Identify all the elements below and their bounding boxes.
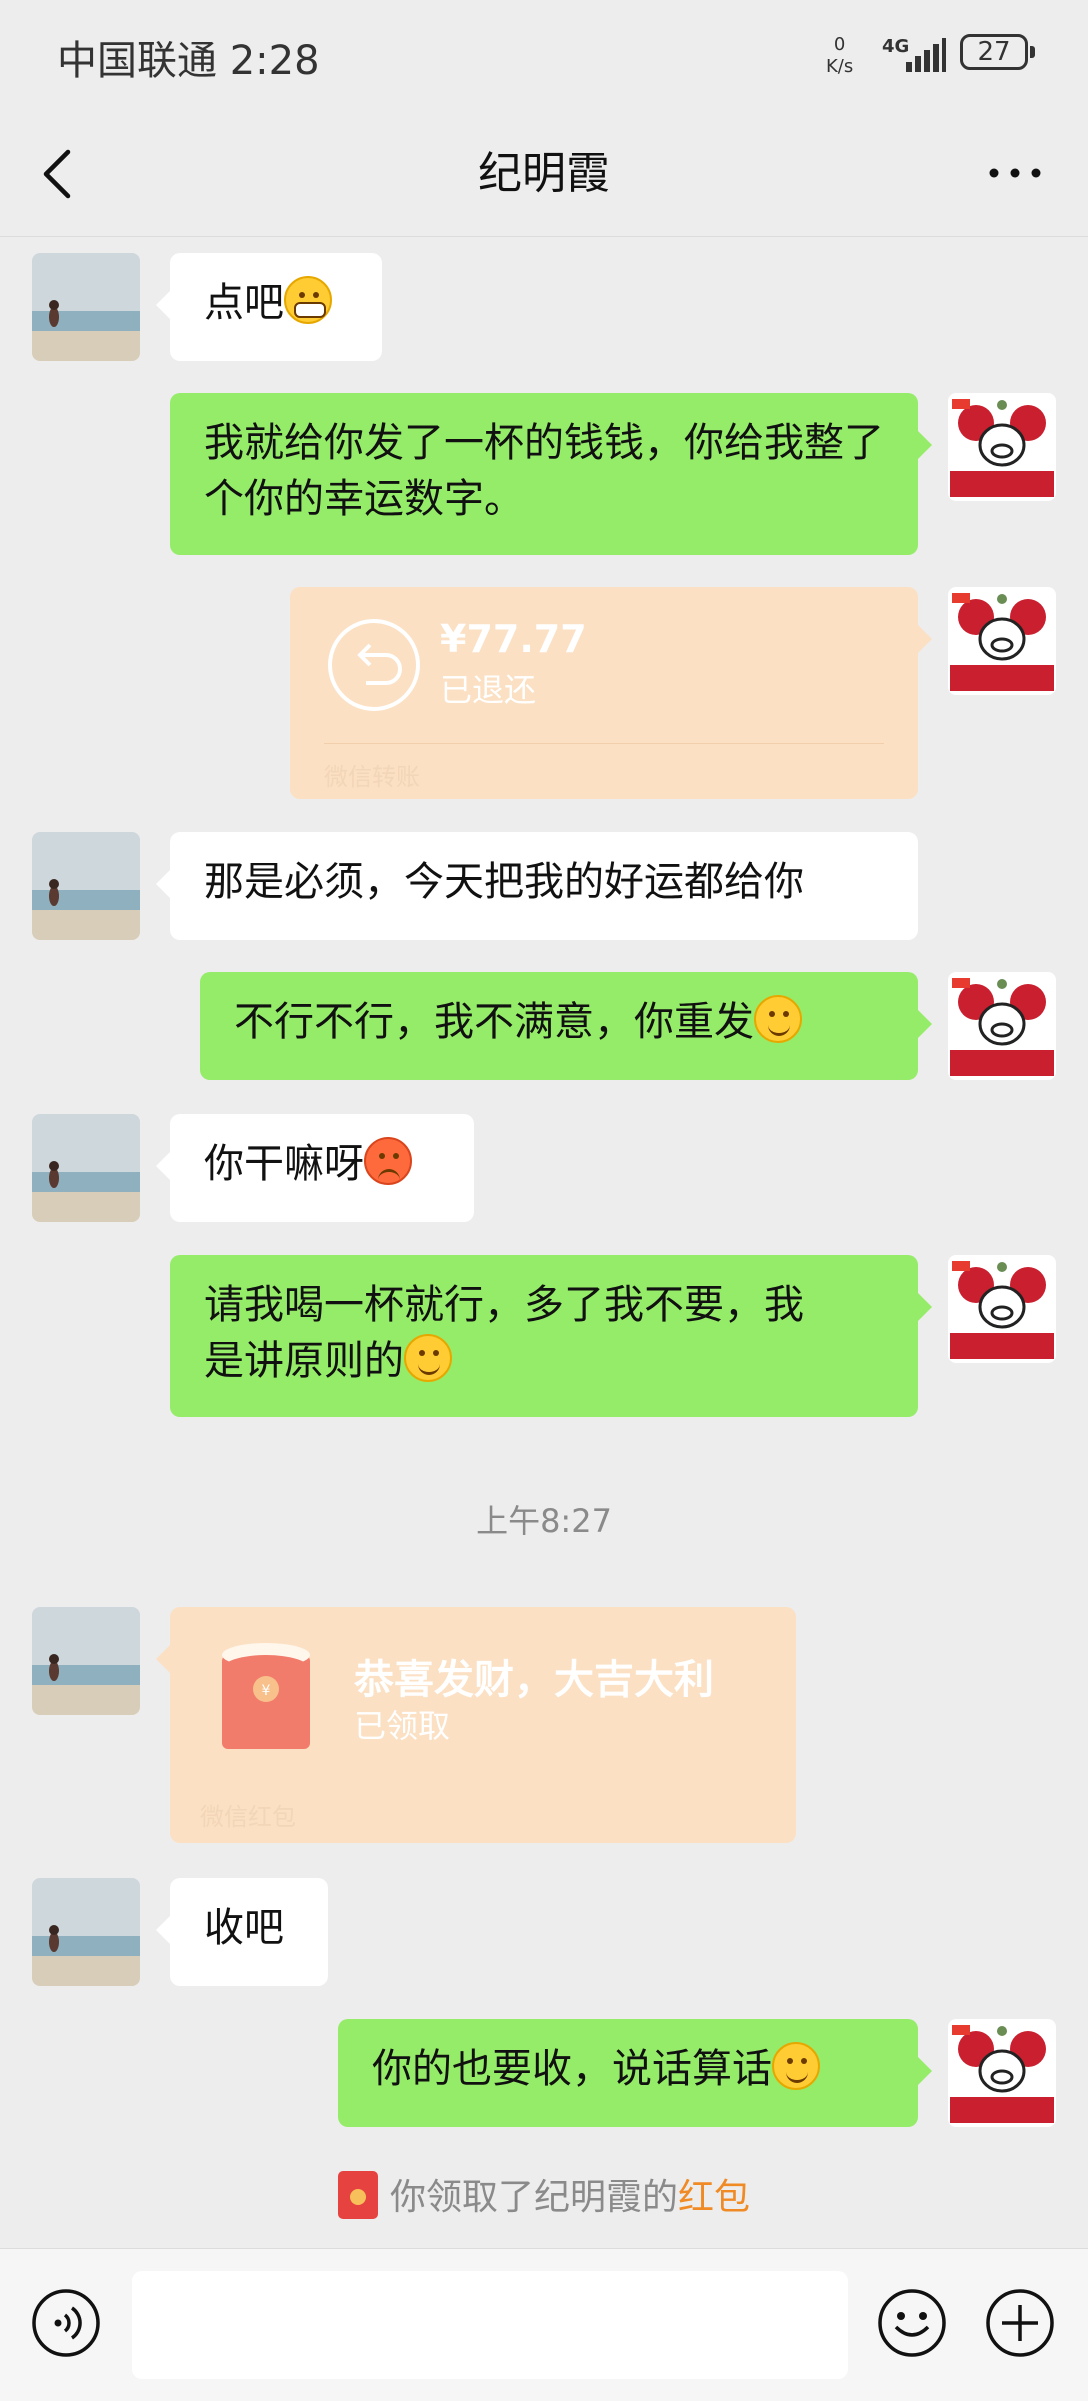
svg-text:¥: ¥ — [262, 1683, 271, 1699]
voice-button[interactable] — [30, 2287, 102, 2359]
message-bubble-outgoing[interactable]: 我就给你发了一杯的钱钱，你给我整了个你的幸运数字。 — [170, 393, 932, 555]
message-text: 收吧 — [204, 1905, 284, 1951]
input-bar — [0, 2248, 1088, 2401]
battery-level: 27 — [977, 37, 1011, 67]
contact-avatar-image — [32, 1878, 140, 1986]
contact-avatar-image — [32, 1607, 140, 1715]
my-avatar[interactable] — [948, 393, 1056, 501]
message-bubble-incoming[interactable]: 你干嘛呀 — [156, 1114, 474, 1222]
message-text-line1: 请我喝一杯就行，多了我不要，我 — [204, 1282, 804, 1328]
chat-title: 纪明霞 — [478, 148, 610, 199]
red-packet-title: 恭喜发财，大吉大利 — [354, 1657, 714, 1703]
more-dots-icon — [989, 168, 1041, 178]
message-text: 那是必须，今天把我的好运都给你 — [204, 859, 804, 905]
signal-icon — [906, 38, 946, 72]
message-text: 你的也要收，说话算话 — [372, 2046, 772, 2092]
sweat-angry-face-icon — [364, 1137, 412, 1185]
contact-avatar[interactable] — [32, 253, 140, 361]
contact-avatar[interactable] — [32, 832, 140, 940]
my-avatar-image — [948, 972, 1056, 1080]
network-speed-value: 0 — [833, 34, 846, 55]
my-avatar-image — [948, 1255, 1056, 1363]
more-button[interactable] — [980, 148, 1050, 198]
smiling-face-icon — [754, 995, 802, 1043]
red-packet-card[interactable]: ¥ 恭喜发财，大吉大利 已领取 微信红包 — [156, 1607, 796, 1843]
my-avatar-image — [948, 587, 1056, 695]
battery-tip — [1030, 46, 1035, 58]
my-avatar[interactable] — [948, 2019, 1056, 2127]
smiling-face-icon — [404, 1334, 452, 1382]
message-bubble-incoming[interactable]: 点吧 — [156, 253, 382, 361]
message-text: 我就给你发了一杯的钱钱，你给我整了个你的幸运数字。 — [204, 420, 884, 522]
red-packet-icon: ¥ — [222, 1641, 310, 1749]
transfer-status: 已退还 — [440, 671, 537, 709]
red-packet-link[interactable]: 红包 — [678, 2177, 750, 2218]
contact-avatar-image — [32, 1114, 140, 1222]
contact-avatar[interactable] — [32, 1607, 140, 1715]
timestamp: 上午8:27 — [476, 1502, 612, 1540]
refund-icon — [328, 619, 420, 711]
message-bubble-outgoing[interactable]: 不行不行，我不满意，你重发 — [200, 972, 932, 1080]
more-functions-button[interactable] — [984, 2287, 1056, 2359]
contact-avatar[interactable] — [32, 1878, 140, 1986]
message-text: 点吧 — [204, 280, 284, 326]
my-avatar-image — [948, 2019, 1056, 2127]
system-message-prefix: 你领取了纪明霞的 — [389, 2177, 678, 2218]
network-speed: 0 K/s — [826, 34, 853, 78]
status-bar: 中国联通 2:28 0 K/s 4G 27 — [0, 0, 1088, 112]
smiling-face-icon — [772, 2042, 820, 2090]
my-avatar-image — [948, 393, 1056, 501]
grinning-face-icon — [284, 276, 332, 324]
my-avatar[interactable] — [948, 587, 1056, 695]
emoji-button[interactable] — [876, 2287, 948, 2359]
message-bubble-incoming[interactable]: 收吧 — [156, 1878, 328, 1986]
carrier-time: 中国联通 2:28 — [57, 38, 320, 84]
transfer-amount: ¥77.77 — [440, 617, 587, 661]
red-packet-label: 微信红包 — [200, 1803, 296, 1831]
contact-avatar[interactable] — [32, 1114, 140, 1222]
contact-avatar-image — [32, 832, 140, 940]
network-speed-unit: K/s — [826, 56, 854, 77]
plus-icon — [986, 2289, 1054, 2357]
transfer-divider — [324, 743, 884, 744]
emoji-icon — [878, 2289, 946, 2357]
message-bubble-outgoing[interactable]: 请我喝一杯就行，多了我不要，我 是讲原则的 — [170, 1255, 932, 1417]
battery-icon: 27 — [960, 34, 1028, 70]
message-input[interactable] — [132, 2271, 848, 2379]
message-bubble-incoming[interactable]: 那是必须，今天把我的好运都给你 — [156, 832, 918, 940]
system-message: 你领取了纪明霞的红包 — [0, 2170, 1088, 2226]
message-text: 你干嘛呀 — [204, 1141, 364, 1187]
transfer-label: 微信转账 — [324, 763, 420, 791]
red-packet-status: 已领取 — [354, 1707, 451, 1745]
voice-icon — [32, 2289, 100, 2357]
my-avatar[interactable] — [948, 972, 1056, 1080]
contact-avatar-image — [32, 253, 140, 361]
message-bubble-outgoing[interactable]: 你的也要收，说话算话 — [338, 2019, 932, 2127]
my-avatar[interactable] — [948, 1255, 1056, 1363]
transfer-card[interactable]: ¥77.77 已退还 微信转账 — [290, 587, 932, 799]
message-text-line2: 是讲原则的 — [204, 1338, 404, 1384]
chat-header: 纪明霞 — [0, 112, 1088, 237]
red-packet-small-icon — [337, 2171, 378, 2219]
message-text: 不行不行，我不满意，你重发 — [234, 999, 754, 1045]
